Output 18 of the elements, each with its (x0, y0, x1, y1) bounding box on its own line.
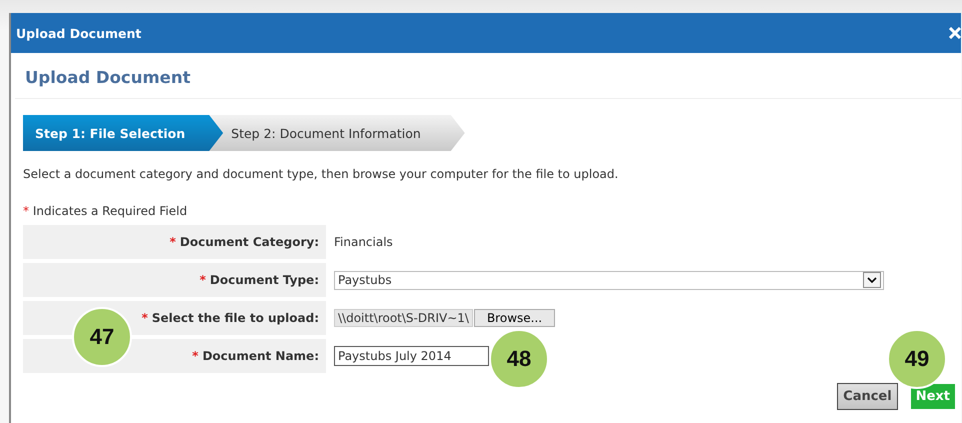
instruction-text: Select a document category and document type, then browse your computer for the file to upload. (23, 167, 620, 181)
name-input-field[interactable]: Paystubs July 2014 (334, 346, 489, 366)
required-note: * Indicates a Required Field (23, 204, 188, 218)
callout-badge: 48 (489, 329, 549, 389)
category-value: Financials (334, 235, 393, 249)
window-title: Upload Document (16, 26, 142, 40)
file-path-field[interactable]: \\doitt\root\S-DRIV~1\ (334, 309, 473, 327)
browse-button[interactable]: Browse... (474, 309, 556, 327)
type-dropdown[interactable]: Paystubs (334, 270, 884, 290)
dialog-heading: Upload Document (15, 53, 961, 99)
label-cell: * Document Type: (23, 263, 326, 297)
callout-badge: 49 (887, 329, 947, 389)
step-tab[interactable]: Step 1: File Selection (23, 115, 224, 151)
cancel-button[interactable]: Cancel (837, 383, 898, 410)
caret-icon (863, 272, 881, 288)
label-cell: * Document Category: (23, 225, 326, 259)
close-icon[interactable] (949, 27, 961, 39)
step-tab[interactable]: Step 2: Document Information (209, 115, 465, 151)
